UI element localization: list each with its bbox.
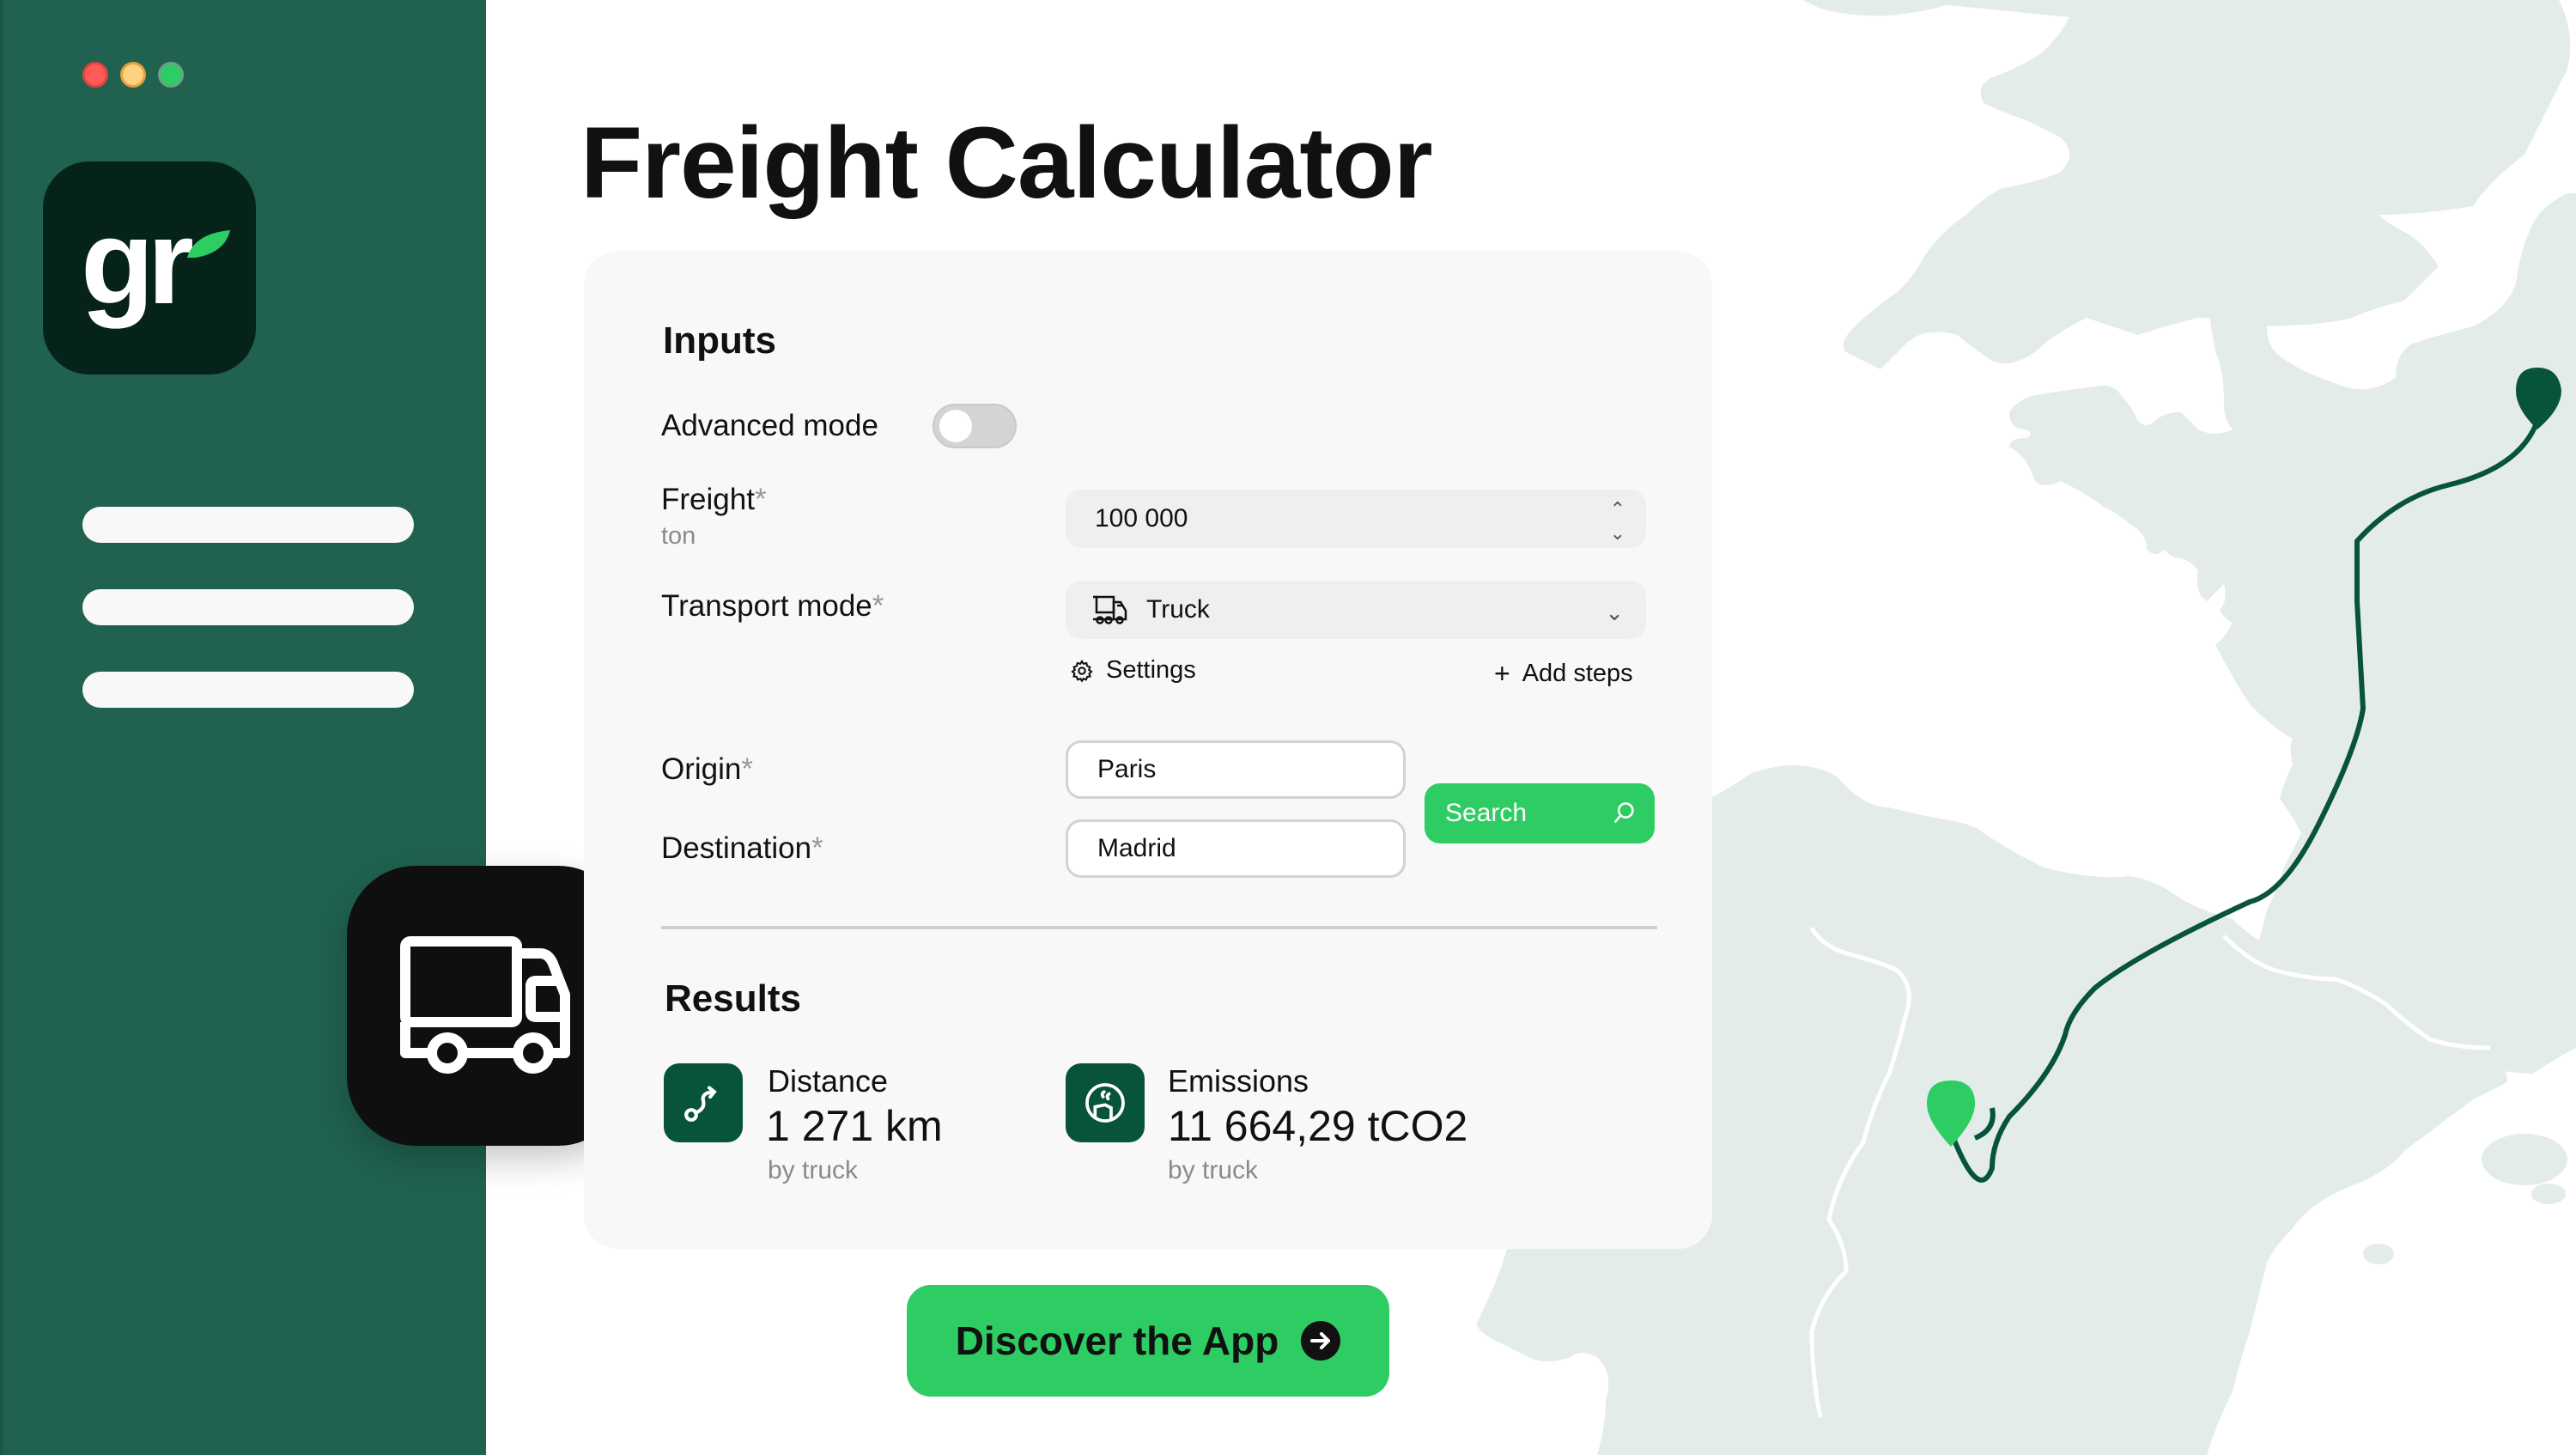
- origin-label-text: Origin: [661, 752, 742, 786]
- emissions-icon: [1066, 1063, 1145, 1142]
- required-mark: *: [872, 589, 884, 623]
- add-steps-label: Add steps: [1522, 660, 1633, 687]
- arrow-right-icon: [1301, 1321, 1341, 1361]
- sidebar-item-3[interactable]: [82, 672, 414, 708]
- search-label: Search: [1445, 799, 1528, 827]
- close-window-button[interactable]: [82, 62, 108, 88]
- emissions-value: 11 664,29 tCO2: [1168, 1102, 1468, 1150]
- toggle-knob: [939, 410, 972, 442]
- transport-mode-label-text: Transport mode: [661, 589, 872, 623]
- minimize-window-button[interactable]: [120, 62, 146, 88]
- emissions-title: Emissions: [1168, 1063, 1309, 1099]
- settings-label: Settings: [1106, 656, 1196, 684]
- section-divider: [661, 926, 1657, 929]
- search-icon: [1613, 802, 1634, 824]
- freight-unit: ton: [661, 522, 696, 550]
- window-controls: [82, 62, 184, 88]
- emissions-sub: by truck: [1168, 1156, 1259, 1184]
- freight-label: Freight*: [661, 483, 767, 517]
- advanced-mode-label: Advanced mode: [661, 409, 878, 442]
- freight-input[interactable]: 100 000 ⌃ ⌃: [1066, 490, 1646, 548]
- maximize-window-button[interactable]: [158, 62, 184, 88]
- transport-mode-select[interactable]: Truck ⌄: [1066, 581, 1646, 639]
- route-icon: [664, 1063, 743, 1142]
- logo-icon: gr: [81, 194, 230, 329]
- settings-link[interactable]: Settings: [1070, 656, 1196, 685]
- page-title: Freight Calculator: [580, 107, 1433, 220]
- sidebar-item-2[interactable]: [82, 589, 414, 625]
- svg-text:gr: gr: [81, 194, 193, 329]
- chevron-down-icon[interactable]: ⌃: [1610, 521, 1625, 543]
- origin-input[interactable]: Paris: [1066, 740, 1406, 799]
- inputs-heading: Inputs: [663, 320, 776, 362]
- chevron-up-icon[interactable]: ⌃: [1610, 500, 1625, 519]
- required-mark: *: [754, 483, 767, 516]
- gear-icon: [1071, 659, 1093, 683]
- app-logo[interactable]: gr: [43, 161, 256, 374]
- transport-mode-value: Truck: [1146, 595, 1210, 624]
- discover-app-label: Discover the App: [955, 1318, 1279, 1363]
- plus-icon: +: [1494, 658, 1510, 689]
- freight-label-text: Freight: [661, 483, 755, 516]
- required-mark: *: [741, 752, 753, 786]
- add-steps-link[interactable]: + Add steps: [1494, 658, 1633, 690]
- distance-value: 1 271 km: [766, 1102, 943, 1150]
- advanced-mode-toggle[interactable]: [933, 404, 1017, 448]
- distance-title: Distance: [768, 1063, 889, 1099]
- distance-sub: by truck: [768, 1156, 859, 1184]
- required-mark: *: [811, 831, 823, 865]
- results-heading: Results: [665, 977, 801, 1020]
- sidebar-item-1[interactable]: [82, 507, 414, 543]
- truck-icon: [1091, 595, 1127, 624]
- freight-stepper[interactable]: ⌃ ⌃: [1610, 500, 1625, 544]
- freight-value: 100 000: [1095, 504, 1188, 533]
- origin-label: Origin*: [661, 752, 753, 787]
- transport-mode-label: Transport mode*: [661, 589, 884, 624]
- discover-app-button[interactable]: Discover the App: [907, 1285, 1389, 1397]
- destination-value: Madrid: [1097, 834, 1176, 862]
- destination-input[interactable]: Madrid: [1066, 819, 1406, 878]
- destination-label: Destination*: [661, 831, 823, 866]
- chevron-down-icon: ⌄: [1605, 600, 1624, 625]
- destination-label-text: Destination: [661, 831, 812, 865]
- origin-value: Paris: [1097, 755, 1157, 783]
- truck-icon: [400, 936, 570, 1074]
- search-button[interactable]: Search: [1425, 783, 1655, 843]
- sidebar: gr: [0, 0, 486, 1455]
- calculator-card: Inputs Advanced mode Freight* ton 100 00…: [584, 251, 1712, 1249]
